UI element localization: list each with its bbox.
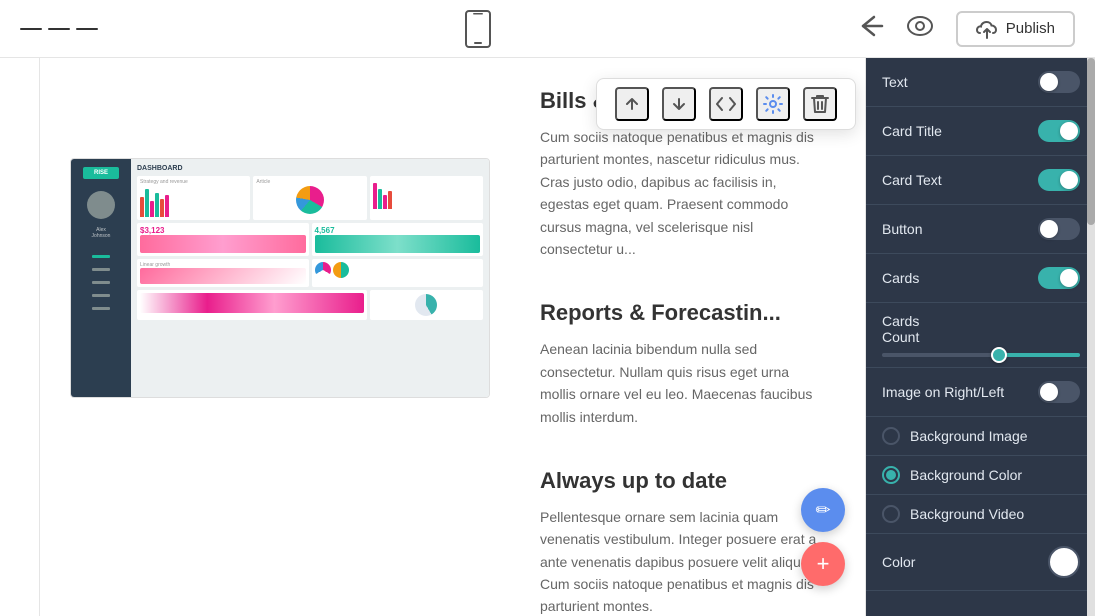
card-title-toggle-thumb	[1060, 122, 1078, 140]
trash-icon	[811, 94, 829, 114]
section-reports: Reports & Forecastin... Aenean lacinia b…	[540, 300, 825, 428]
image-direction-label: Image on Right/Left	[882, 384, 1004, 400]
fab-container: ✏ +	[801, 488, 845, 586]
right-panel: Text Card Title	[865, 58, 1095, 616]
setting-row-card-text: Card Text	[866, 156, 1095, 205]
background-video-row[interactable]: Background Video	[866, 495, 1095, 534]
button-toggle-track	[1038, 218, 1080, 240]
settings-panel: Text Card Title	[866, 58, 1095, 616]
slider-container	[882, 353, 1080, 357]
scroll-thumb	[1087, 58, 1095, 225]
setting-row-text: Text	[866, 58, 1095, 107]
image-direction-toggle-track	[1038, 381, 1080, 403]
background-image-label: Background Image	[910, 428, 1028, 444]
left-sidebar	[0, 58, 40, 616]
color-label: Color	[882, 554, 915, 570]
setting-row-card-title: Card Title	[866, 107, 1095, 156]
preview-icon[interactable]	[906, 16, 934, 42]
setting-row-button: Button	[866, 205, 1095, 254]
text-toggle-track	[1038, 71, 1080, 93]
section-reports-title: Reports & Forecastin...	[540, 300, 825, 326]
edit-fab[interactable]: ✏	[801, 488, 845, 532]
delete-button[interactable]	[803, 87, 837, 121]
card-title-setting-label: Card Title	[882, 123, 942, 139]
button-toggle[interactable]	[1038, 218, 1080, 240]
text-toggle[interactable]	[1038, 71, 1080, 93]
button-toggle-thumb	[1040, 220, 1058, 238]
button-setting-label: Button	[882, 221, 922, 237]
background-image-radio[interactable]	[882, 427, 900, 445]
mobile-icon	[464, 10, 492, 48]
mini-sidebar: RISE AlexJohnson	[71, 159, 131, 397]
menu-line-2	[48, 28, 70, 30]
background-video-radio[interactable]	[882, 505, 900, 523]
card-text-toggle[interactable]	[1038, 169, 1080, 191]
color-swatch[interactable]	[1048, 546, 1080, 578]
topbar-right: Publish	[858, 11, 1075, 47]
edit-icon: ✏	[815, 500, 830, 521]
text-setting-label: Text	[882, 74, 908, 90]
background-color-label: Background Color	[910, 467, 1022, 483]
content-area: RISE AlexJohnson DASHBOARD	[40, 58, 865, 616]
cards-toggle-thumb	[1060, 269, 1078, 287]
publish-label: Publish	[1006, 20, 1055, 37]
back-icon[interactable]	[858, 15, 884, 43]
cards-count-slider[interactable]	[882, 353, 1080, 357]
scroll-indicator[interactable]	[1087, 58, 1095, 616]
mini-avatar	[87, 191, 115, 219]
cards-toggle[interactable]	[1038, 267, 1080, 289]
device-preview[interactable]	[464, 10, 492, 48]
move-up-icon	[623, 95, 641, 113]
background-video-label: Background Video	[910, 506, 1024, 522]
settings-button[interactable]	[756, 87, 790, 121]
cards-setting-label: Cards	[882, 270, 919, 286]
menu-line-3	[76, 28, 98, 30]
hamburger-menu[interactable]	[20, 25, 98, 33]
color-row: Color	[866, 534, 1095, 591]
cards-count-row: CardsCount	[866, 303, 1095, 368]
add-fab[interactable]: +	[801, 542, 845, 586]
text-toggle-thumb	[1040, 73, 1058, 91]
code-button[interactable]	[709, 87, 743, 121]
content-sections: Bills & Scheduled Tran... Cum sociis nat…	[540, 88, 825, 616]
cards-toggle-track	[1038, 267, 1080, 289]
topbar: Publish	[0, 0, 1095, 58]
move-down-icon	[670, 95, 688, 113]
mini-logo: RISE	[83, 167, 119, 179]
move-up-button[interactable]	[615, 87, 649, 121]
publish-button[interactable]: Publish	[956, 11, 1075, 47]
section-uptodate-title: Always up to date	[540, 468, 825, 494]
section-bills-body: Cum sociis natoque penatibus et magnis d…	[540, 126, 825, 260]
card-title-toggle[interactable]	[1038, 120, 1080, 142]
section-uptodate: Always up to date Pellentesque ornare se…	[540, 468, 825, 616]
image-direction-toggle[interactable]	[1038, 381, 1080, 403]
menu-line-1	[20, 28, 42, 30]
card-title-toggle-track	[1038, 120, 1080, 142]
card-text-setting-label: Card Text	[882, 172, 942, 188]
setting-row-image-direction: Image on Right/Left	[866, 368, 1095, 417]
main-area: RISE AlexJohnson DASHBOARD	[0, 58, 1095, 616]
card-text-toggle-thumb	[1060, 171, 1078, 189]
upload-icon	[976, 19, 998, 39]
card-text-toggle-track	[1038, 169, 1080, 191]
code-icon	[716, 96, 736, 112]
move-down-button[interactable]	[662, 87, 696, 121]
floating-toolbar	[596, 78, 856, 130]
gear-icon	[763, 94, 783, 114]
mini-charts: Strategy and revenue	[137, 176, 483, 220]
cards-count-label: CardsCount	[882, 313, 1080, 345]
background-color-radio[interactable]	[882, 466, 900, 484]
add-icon: +	[817, 551, 830, 577]
background-image-row[interactable]: Background Image	[866, 417, 1095, 456]
image-direction-toggle-thumb	[1040, 383, 1058, 401]
section-reports-body: Aenean lacinia bibendum nulla sed consec…	[540, 338, 825, 428]
dashboard-preview: RISE AlexJohnson DASHBOARD	[70, 158, 490, 398]
setting-row-cards: Cards	[866, 254, 1095, 303]
mini-content: DASHBOARD Strategy and revenue	[131, 159, 489, 397]
section-uptodate-body: Pellentesque ornare sem lacinia quam ven…	[540, 506, 825, 616]
background-color-row[interactable]: Background Color	[866, 456, 1095, 495]
